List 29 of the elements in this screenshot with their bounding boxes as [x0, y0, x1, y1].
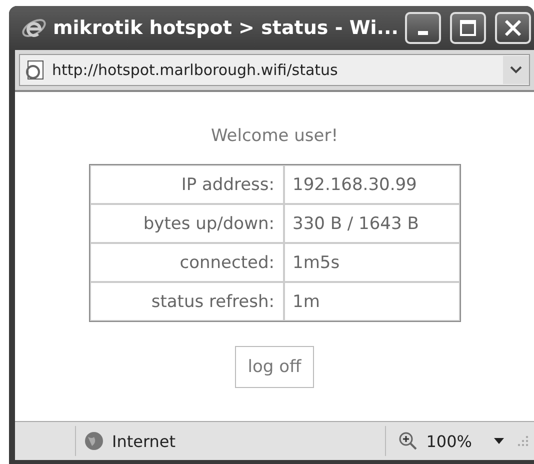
table-cell: connected: [90, 243, 284, 282]
table-cell: 192.168.30.99 [284, 165, 460, 204]
minimize-icon [418, 31, 428, 35]
window-title: mikrotik hotspot > status - Wi... [53, 17, 399, 39]
minimize-button[interactable] [405, 12, 441, 44]
resize-grip-icon [516, 434, 530, 448]
table-cell: 330 B / 1643 B [284, 204, 460, 243]
table-cell: status refresh: [90, 282, 284, 321]
table-cell: 1m5s [284, 243, 460, 282]
address-field[interactable]: http://hotspot.marlborough.wifi/status [19, 54, 530, 86]
close-button[interactable] [495, 12, 531, 44]
caret-icon [494, 438, 504, 444]
table-cell: IP address: [90, 165, 284, 204]
close-icon [504, 19, 522, 37]
page-icon [24, 59, 46, 81]
url-text: http://hotspot.marlborough.wifi/status [52, 61, 339, 79]
zone-label: Internet [112, 432, 176, 450]
maximize-icon [459, 19, 477, 37]
zoom-icon [398, 431, 418, 451]
zoom-control[interactable]: 100% [386, 431, 516, 451]
chevron-icon [510, 66, 522, 74]
dropdown-button[interactable] [503, 56, 529, 84]
table-cell: bytes up/down: [90, 204, 284, 243]
table-cell: 1m [284, 282, 460, 321]
maximize-button[interactable] [450, 12, 486, 44]
globe-icon [84, 431, 104, 451]
log-off-button[interactable]: log off [234, 346, 314, 388]
zoom-level: 100% [426, 432, 472, 450]
welcome-heading: Welcome user! [210, 126, 338, 146]
